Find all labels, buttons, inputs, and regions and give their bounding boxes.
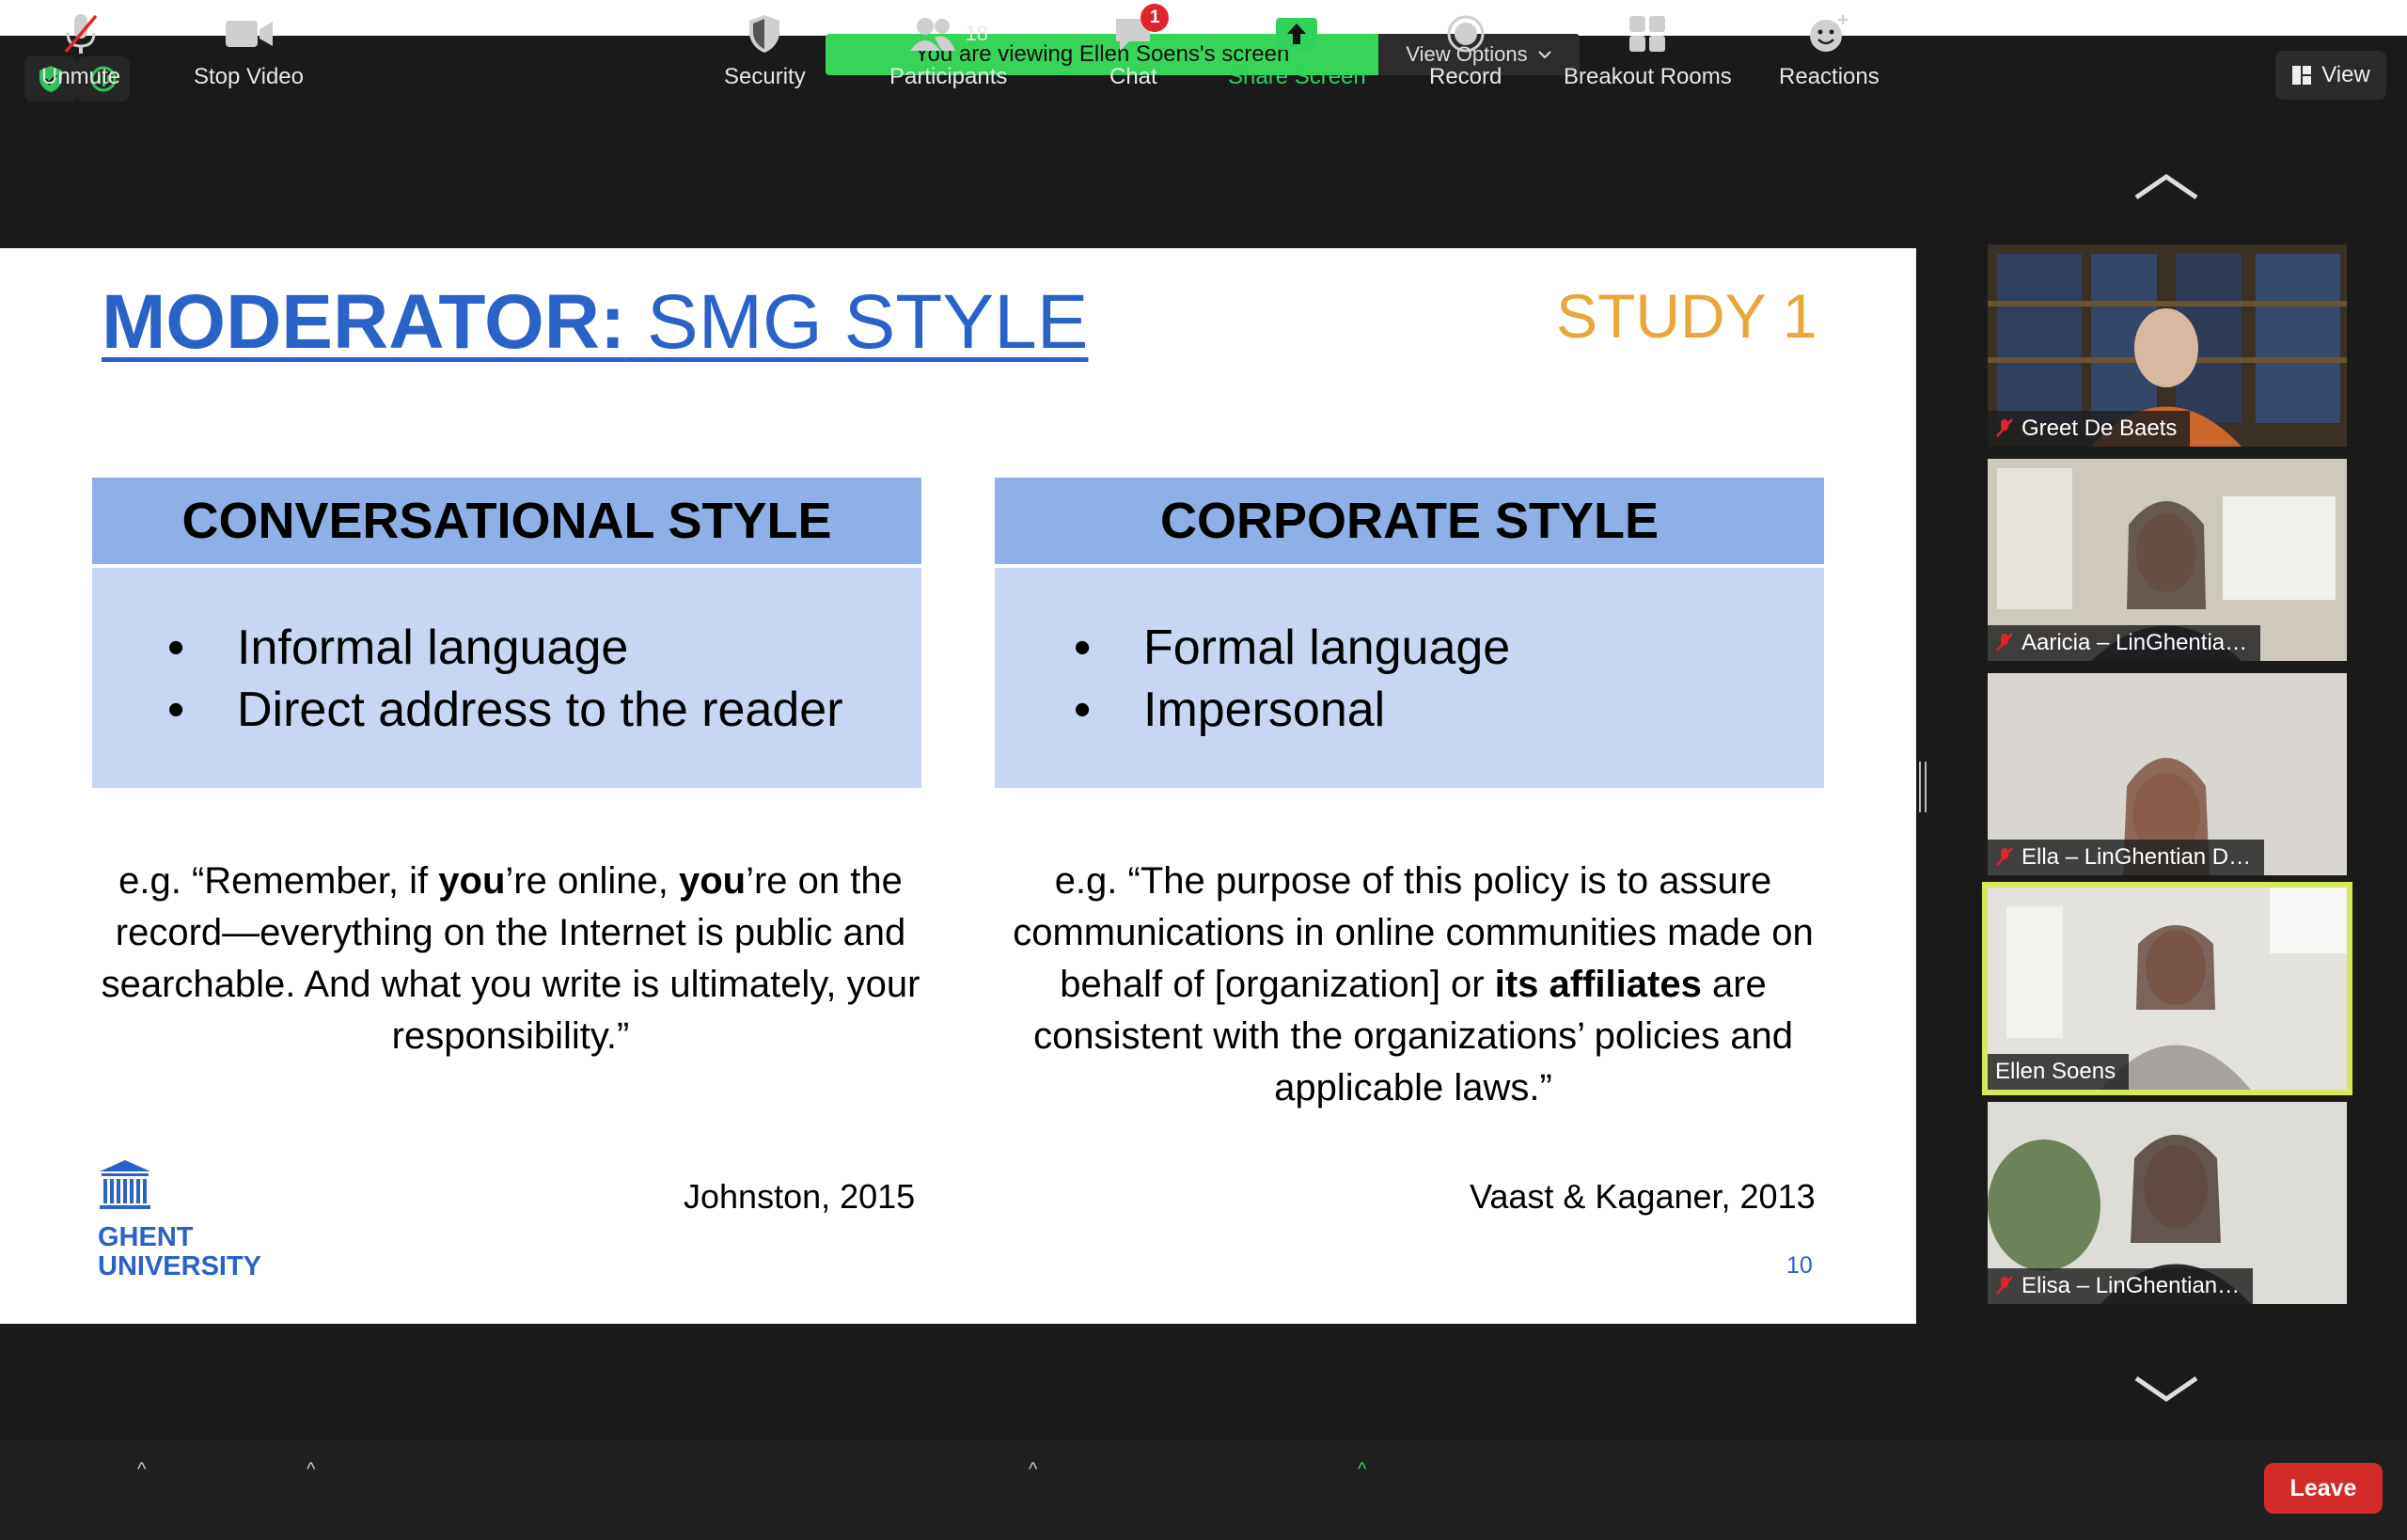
muted-mic-icon	[1996, 847, 2013, 866]
panel-resize-handle[interactable]	[1919, 762, 1927, 812]
slide-title-bold: MODERATOR:	[102, 279, 626, 365]
stop-video-button[interactable]: Stop Video	[194, 8, 304, 98]
participants-count: 18	[965, 22, 988, 45]
chat-button[interactable]: 1 Chat	[1109, 4, 1170, 98]
box-header: CORPORATE STYLE	[995, 478, 1824, 564]
leave-meeting-button[interactable]: Leave	[2264, 1463, 2383, 1514]
quote-text: ’re online,	[505, 860, 679, 902]
grid-layout-icon	[2292, 66, 2312, 85]
video-camera-icon	[225, 21, 273, 47]
stop-video-label: Stop Video	[194, 64, 304, 89]
reactions-button[interactable]: Reactions	[1779, 8, 1880, 98]
conversational-style-box: CONVERSATIONAL STYLE Informal language D…	[92, 478, 921, 788]
share-screen-icon	[1276, 18, 1318, 50]
share-screen-button[interactable]: Share Screen	[1228, 8, 1366, 98]
gallery-scroll-down-icon[interactable]	[2132, 1369, 2200, 1406]
participants-label: Participants	[889, 64, 1008, 89]
quote-emphasis: you	[678, 860, 747, 902]
muted-mic-icon	[1996, 633, 2013, 652]
top-strip	[0, 0, 2407, 36]
bullet-item: Direct address to the reader	[167, 679, 921, 741]
video-options-caret-icon[interactable]: ^	[307, 1459, 315, 1481]
participant-name-label: Ellen Soens	[1988, 1054, 2130, 1090]
left-citation: Johnston, 2015	[684, 1177, 916, 1216]
gallery-scroll-up-icon[interactable]	[2132, 169, 2200, 207]
slide-title: MODERATOR: SMG STYLE	[102, 278, 1088, 367]
study-label: STUDY 1	[1556, 281, 1817, 351]
participants-button[interactable]: 18 Participants	[889, 8, 1007, 98]
participant-name-label: Elisa – LinGhentian…	[1988, 1268, 2254, 1304]
breakout-rooms-icon	[1629, 16, 1666, 52]
share-screen-label: Share Screen	[1228, 64, 1366, 89]
security-label: Security	[724, 64, 806, 89]
record-icon	[1447, 15, 1485, 53]
breakout-rooms-button[interactable]: Breakout Rooms	[1564, 8, 1732, 98]
university-building-icon	[100, 1160, 150, 1209]
record-label: Record	[1429, 64, 1502, 89]
conversational-example-quote: e.g. “Remember, if you’re online, you’re…	[92, 856, 929, 1062]
corporate-example-quote: e.g. “The purpose of this policy is to a…	[995, 856, 1832, 1114]
participant-tile[interactable]: Elisa – LinGhentian…	[1988, 1102, 2347, 1304]
meeting-toolbar	[0, 1439, 2407, 1540]
reactions-label: Reactions	[1779, 64, 1880, 89]
box-header: CONVERSATIONAL STYLE	[92, 478, 921, 564]
corporate-style-box: CORPORATE STYLE Formal language Imperson…	[995, 478, 1824, 788]
participant-name: Ella – LinGhentian D…	[2022, 844, 2252, 870]
participants-icon	[910, 18, 956, 51]
quote-emphasis: you	[438, 860, 506, 902]
bullet-item: Impersonal	[1074, 679, 1824, 741]
muted-mic-icon	[1996, 418, 2013, 437]
box-body: Informal language Direct address to the …	[92, 568, 921, 788]
slide-title-rest: SMG STYLE	[625, 279, 1089, 365]
bullet-item: Formal language	[1074, 617, 1824, 679]
audio-options-caret-icon[interactable]: ^	[137, 1459, 146, 1481]
participant-tile[interactable]: Greet De Baets	[1988, 244, 2347, 447]
right-citation: Vaast & Kaganer, 2013	[1470, 1177, 1816, 1216]
muted-mic-icon	[64, 14, 98, 54]
logo-line-1: GHENT	[98, 1222, 194, 1252]
participant-tile[interactable]: Aaricia – LinGhentia…	[1988, 459, 2347, 661]
shared-slide: MODERATOR: SMG STYLE STUDY 1 CONVERSATIO…	[0, 248, 1916, 1324]
logo-line-2: UNIVERSITY	[98, 1251, 262, 1281]
muted-mic-icon	[1996, 1276, 2013, 1295]
breakout-rooms-label: Breakout Rooms	[1564, 64, 1732, 89]
quote-text: e.g. “Remember, if	[118, 860, 439, 902]
participant-tile[interactable]: Ella – LinGhentian D…	[1988, 673, 2347, 875]
participant-tile-active-speaker[interactable]: Ellen Soens	[1982, 882, 2352, 1095]
view-layout-label: View	[2321, 62, 2370, 87]
chevron-down-icon	[1537, 51, 1551, 59]
share-options-caret-icon[interactable]: ^	[1358, 1459, 1366, 1481]
participant-name: Aaricia – LinGhentia…	[2022, 630, 2248, 655]
view-layout-button[interactable]: View	[2275, 51, 2386, 100]
participant-name: Ellen Soens	[1995, 1059, 2116, 1084]
slide-page-number: 10	[1786, 1252, 1813, 1279]
participant-name-label: Greet De Baets	[1988, 411, 2191, 447]
chat-label: Chat	[1109, 64, 1157, 89]
participant-name: Greet De Baets	[2022, 416, 2178, 441]
unmute-label: Unmute	[41, 64, 121, 89]
participants-options-caret-icon[interactable]: ^	[1029, 1459, 1037, 1481]
record-button[interactable]: Record	[1429, 8, 1502, 98]
security-button[interactable]: Security	[724, 8, 806, 98]
participant-name-label: Ella – LinGhentian D…	[1988, 840, 2265, 875]
security-shield-icon	[749, 15, 780, 53]
ghent-university-logo: GHENT UNIVERSITY	[98, 1158, 261, 1281]
unmute-button[interactable]: Unmute	[41, 8, 120, 98]
participant-name-label: Aaricia – LinGhentia…	[1988, 625, 2261, 661]
participant-name: Elisa – LinGhentian…	[2022, 1273, 2241, 1298]
bullet-item: Informal language	[167, 617, 921, 679]
reactions-smiley-icon	[1810, 15, 1849, 52]
quote-emphasis: its affiliates	[1494, 964, 1702, 1005]
box-body: Formal language Impersonal	[995, 568, 1824, 788]
